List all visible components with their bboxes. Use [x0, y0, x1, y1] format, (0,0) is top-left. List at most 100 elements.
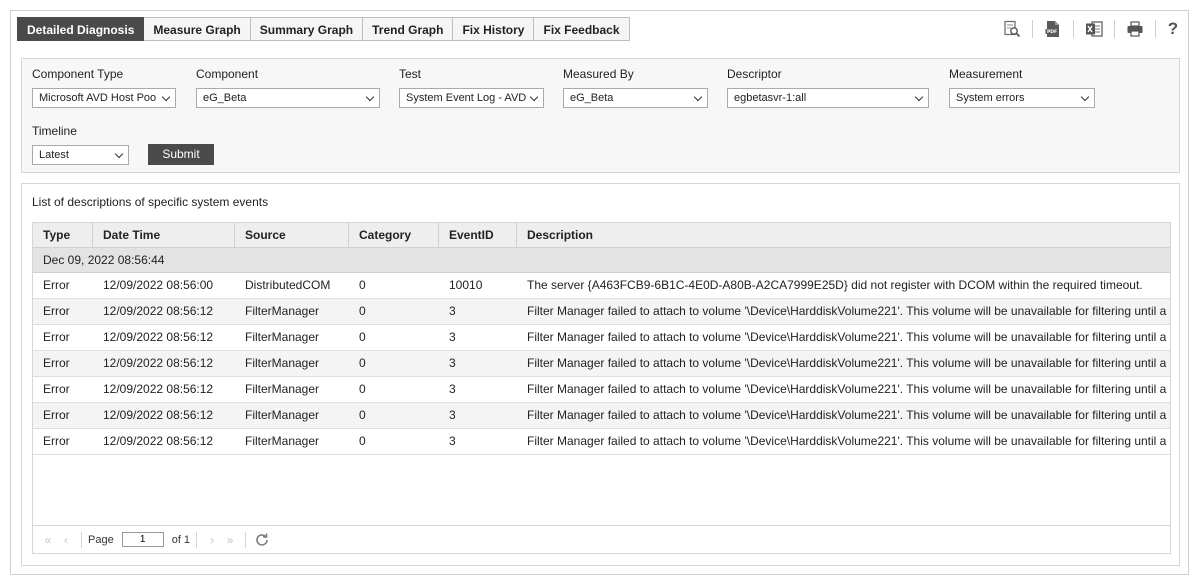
component-type-label: Component Type: [32, 67, 124, 81]
cell-date-time: 12/09/2022 08:56:12: [103, 330, 214, 344]
table-body: Error 12/09/2022 08:56:00 DistributedCOM 0 1…: [33, 273, 1170, 455]
toolbar-divider: [1032, 20, 1033, 38]
search-report-icon[interactable]: [1002, 19, 1022, 39]
group-row[interactable]: Dec 09, 2022 08:56:44: [33, 248, 1170, 273]
cell-category: 0: [359, 434, 366, 448]
table-row[interactable]: Error 12/09/2022 08:56:12 FilterManager 0 3 F…: [33, 403, 1170, 429]
measured-by-label: Measured By: [563, 67, 634, 81]
component-type-select[interactable]: Microsoft AVD Host Poo: [32, 88, 176, 108]
column-header-category[interactable]: Category: [349, 223, 439, 247]
component-type-group: Component Type Microsoft AVD Host Poo: [32, 67, 176, 108]
chevron-down-icon: [114, 149, 124, 159]
refresh-icon[interactable]: [254, 532, 270, 548]
column-header-eventid[interactable]: EventID: [439, 223, 517, 247]
tab-measure-graph[interactable]: Measure Graph: [144, 17, 251, 41]
cell-date-time: 12/09/2022 08:56:00: [103, 278, 214, 292]
component-value: eG_Beta: [203, 92, 247, 104]
component-select[interactable]: eG_Beta: [196, 88, 380, 108]
table-row[interactable]: Error 12/09/2022 08:56:12 FilterManager 0 3 F…: [33, 351, 1170, 377]
toolbar: PDF ?: [1002, 19, 1180, 39]
table-row[interactable]: Error 12/09/2022 08:56:12 FilterManager 0 3 F…: [33, 299, 1170, 325]
cell-description: Filter Manager failed to attach to volum…: [527, 434, 1170, 448]
table-row[interactable]: Error 12/09/2022 08:56:12 FilterManager 0 3 F…: [33, 377, 1170, 403]
cell-type: Error: [43, 278, 70, 292]
cell-category: 0: [359, 356, 366, 370]
tab-fix-history[interactable]: Fix History: [453, 17, 535, 41]
column-header-source[interactable]: Source: [235, 223, 349, 247]
cell-description: Filter Manager failed to attach to volum…: [527, 304, 1170, 318]
cell-eventid: 10010: [449, 278, 483, 292]
svg-text:PDF: PDF: [1047, 29, 1057, 35]
cell-eventid: 3: [449, 408, 456, 422]
column-header-date-time[interactable]: Date Time: [93, 223, 235, 247]
prev-page-icon[interactable]: ‹: [57, 533, 75, 547]
first-page-icon[interactable]: «: [39, 533, 57, 547]
tab-bar: Detailed Diagnosis Measure Graph Summary…: [17, 17, 630, 41]
chevron-down-icon: [161, 92, 171, 102]
tab-detailed-diagnosis[interactable]: Detailed Diagnosis: [17, 17, 145, 41]
cell-date-time: 12/09/2022 08:56:12: [103, 408, 214, 422]
table-row[interactable]: Error 12/09/2022 08:56:00 DistributedCOM 0 1…: [33, 273, 1170, 299]
tab-fix-feedback[interactable]: Fix Feedback: [534, 17, 630, 41]
cell-type: Error: [43, 382, 70, 396]
pdf-icon[interactable]: PDF: [1043, 19, 1063, 39]
results-title: List of descriptions of specific system …: [32, 195, 269, 209]
column-header-type[interactable]: Type: [33, 223, 93, 247]
measurement-select[interactable]: System errors: [949, 88, 1095, 108]
page-number-input[interactable]: [121, 532, 164, 547]
submit-button[interactable]: Submit: [148, 144, 214, 165]
pager-divider: [81, 531, 82, 548]
cell-source: FilterManager: [245, 408, 320, 422]
component-group: Component eG_Beta: [196, 67, 380, 108]
print-icon[interactable]: [1125, 19, 1145, 39]
column-header-description[interactable]: Description: [517, 223, 1170, 247]
cell-source: FilterManager: [245, 304, 320, 318]
cell-date-time: 12/09/2022 08:56:12: [103, 434, 214, 448]
cell-type: Error: [43, 356, 70, 370]
test-value: System Event Log - AVD: [406, 92, 527, 104]
cell-eventid: 3: [449, 304, 456, 318]
measured-by-group: Measured By eG_Beta: [563, 67, 708, 108]
chevron-down-icon: [693, 92, 703, 102]
test-select[interactable]: System Event Log - AVD: [399, 88, 544, 108]
pager-divider: [196, 531, 198, 548]
component-label: Component: [196, 67, 259, 81]
measurement-label: Measurement: [949, 67, 1023, 81]
cell-eventid: 3: [449, 382, 456, 396]
cell-category: 0: [359, 330, 366, 344]
cell-source: FilterManager: [245, 330, 320, 344]
filter-panel: Component Type Microsoft AVD Host Poo Co…: [21, 58, 1180, 173]
component-type-value: Microsoft AVD Host Poo: [39, 92, 157, 104]
table-row[interactable]: Error 12/09/2022 08:56:12 FilterManager 0 3 F…: [33, 325, 1170, 351]
cell-eventid: 3: [449, 356, 456, 370]
chevron-down-icon: [529, 92, 539, 102]
descriptor-value: egbetasvr-1:all: [734, 92, 807, 104]
timeline-select[interactable]: Latest: [32, 145, 129, 165]
chevron-down-icon: [1080, 92, 1090, 102]
pager: « ‹ Page of 1 › »: [32, 526, 1171, 554]
tab-trend-graph[interactable]: Trend Graph: [363, 17, 454, 41]
test-label: Test: [399, 67, 422, 81]
cell-eventid: 3: [449, 434, 456, 448]
measured-by-select[interactable]: eG_Beta: [563, 88, 708, 108]
cell-description: Filter Manager failed to attach to volum…: [527, 356, 1170, 370]
cell-source: FilterManager: [245, 382, 320, 396]
next-page-icon[interactable]: ›: [203, 533, 221, 547]
tab-summary-graph[interactable]: Summary Graph: [250, 17, 364, 41]
excel-icon[interactable]: [1084, 19, 1104, 39]
page-count-label: of 1: [171, 533, 191, 546]
cell-type: Error: [43, 304, 70, 318]
diagnosis-window: Detailed Diagnosis Measure Graph Summary…: [10, 10, 1189, 575]
cell-category: 0: [359, 304, 366, 318]
last-page-icon[interactable]: »: [221, 533, 239, 547]
table-row[interactable]: Error 12/09/2022 08:56:12 FilterManager 0 3 F…: [33, 429, 1170, 455]
results-panel: List of descriptions of specific system …: [21, 183, 1180, 566]
help-icon[interactable]: ?: [1166, 19, 1180, 39]
chevron-down-icon: [914, 92, 924, 102]
toolbar-divider: [1073, 20, 1074, 38]
test-group: Test System Event Log - AVD: [399, 67, 544, 108]
descriptor-select[interactable]: egbetasvr-1:all: [727, 88, 929, 108]
cell-description: Filter Manager failed to attach to volum…: [527, 330, 1170, 344]
toolbar-divider: [1155, 20, 1156, 38]
timeline-value: Latest: [39, 149, 69, 161]
